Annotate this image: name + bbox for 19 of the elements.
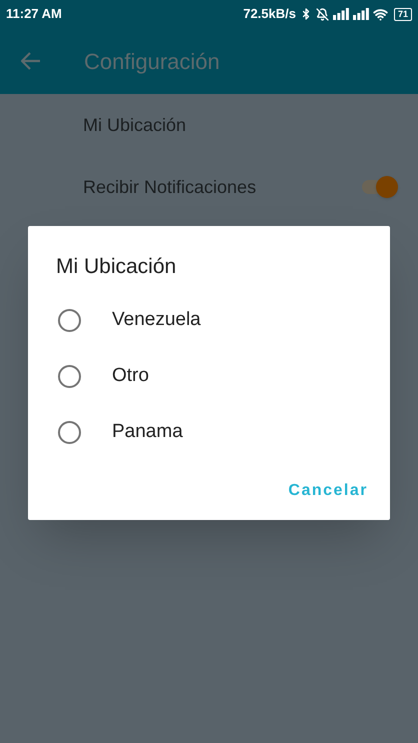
signal-icon: [352, 8, 369, 20]
radio-button[interactable]: [58, 421, 81, 444]
radio-button[interactable]: [58, 365, 81, 388]
radio-button[interactable]: [58, 309, 81, 332]
option-label: Panama: [112, 420, 183, 444]
battery-icon: 71: [394, 8, 412, 20]
cancel-button[interactable]: Cancelar: [288, 478, 368, 502]
muted-bell-icon: [316, 8, 329, 20]
settings-item[interactable]: Mi Ubicación: [0, 94, 418, 156]
wifi-icon: [372, 6, 388, 22]
notifications-switch[interactable]: [360, 176, 398, 198]
network-speed: 72.5kB/s: [243, 5, 296, 24]
signal-icon: [332, 8, 349, 20]
dialog-title: Mi Ubicación: [56, 254, 178, 280]
setting-label: Recibir Notificaciones: [83, 176, 256, 198]
page-title: Configuración: [84, 48, 220, 76]
option-label: Venezuela: [112, 308, 201, 332]
status-time: 11:27 AM: [6, 5, 62, 24]
option-label: Otro: [112, 364, 149, 388]
